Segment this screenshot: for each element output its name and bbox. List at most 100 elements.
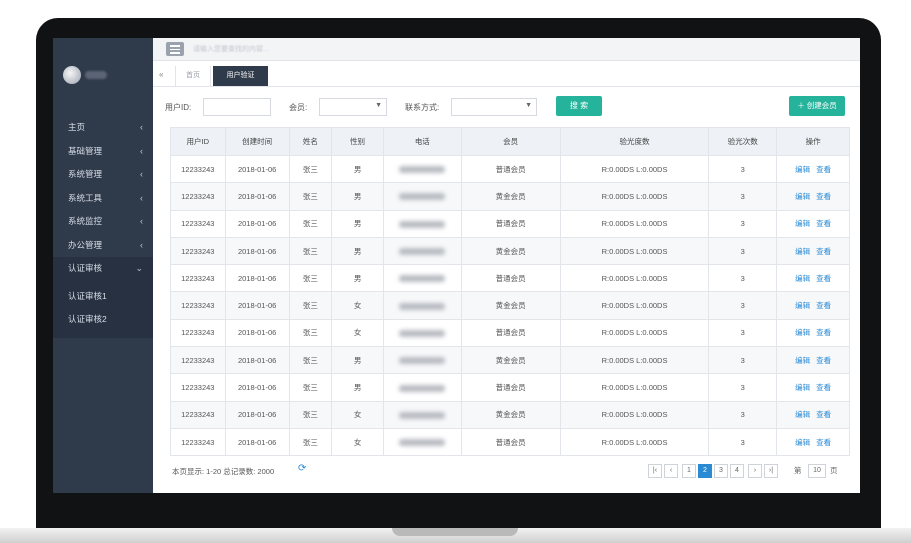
view-link[interactable]: 查看 (816, 410, 831, 419)
view-link[interactable]: 查看 (816, 247, 831, 256)
sidebar-item-system[interactable]: 系统管理 ‹ (53, 163, 153, 187)
menu-toggle-icon[interactable] (166, 42, 184, 56)
page-3[interactable]: 3 (714, 464, 728, 478)
col-name: 姓名 (288, 127, 333, 156)
cell-actions: 编辑 查看 (776, 154, 850, 184)
sidebar-item-monitor[interactable]: 系统监控 ‹ (53, 210, 153, 234)
view-link[interactable]: 查看 (816, 301, 831, 310)
search-input[interactable]: 请输入您要查找的内容... (193, 44, 303, 54)
view-link[interactable]: 查看 (816, 328, 831, 337)
cell-created: 2018-01-06 (224, 209, 290, 238)
phone-redacted (399, 439, 446, 447)
create-member-button[interactable]: ＋ 创建会员 (789, 96, 845, 116)
cell-count: 3 (708, 236, 778, 266)
sidebar-item-tools[interactable]: 系统工具 ‹ (53, 187, 153, 211)
contact-label: 联系方式: (405, 103, 440, 112)
cell-user-id: 12233243 (170, 346, 226, 375)
view-link[interactable]: 查看 (816, 274, 831, 283)
sidebar-item-audit[interactable]: 认证审核 ⌄ (53, 257, 153, 281)
edit-link[interactable]: 编辑 (795, 165, 810, 174)
member-label: 会员: (289, 103, 308, 112)
cell-actions: 编辑 查看 (776, 400, 850, 429)
cell-gender: 男 (331, 264, 385, 293)
sidebar-subitem-audit1[interactable]: 认证审核1 (53, 285, 153, 309)
phone-redacted (399, 302, 446, 310)
table-row: 12233243 2018-01-06 张三女 黄金会员 R:0.00DS L:0.00… (170, 291, 850, 320)
cell-degree: R:0.00DS L:0.00DS (559, 154, 710, 184)
create-member-label: 创建会员 (806, 101, 837, 110)
cell-gender: 女 (331, 400, 385, 429)
edit-link[interactable]: 编辑 (795, 219, 810, 228)
cell-user-id: 12233243 (170, 182, 226, 211)
cell-degree: R:0.00DS L:0.00DS (559, 236, 710, 266)
search-button[interactable]: 搜 索 (556, 96, 602, 116)
edit-link[interactable]: 编辑 (795, 274, 810, 283)
first-page-icon[interactable]: |‹ (648, 464, 662, 478)
tab-user-verify[interactable]: 用户验证 (213, 66, 268, 86)
view-link[interactable]: 查看 (816, 383, 831, 392)
cell-member: 黄金会员 (460, 236, 561, 266)
prev-page-icon[interactable]: ‹ (664, 464, 678, 478)
cell-count: 3 (708, 400, 778, 429)
cell-gender: 女 (331, 291, 385, 320)
user-id-input[interactable] (203, 98, 271, 116)
table-row: 12233243 2018-01-06 张三男 黄金会员 R:0.00DS L:0.00… (170, 236, 850, 266)
cell-name: 张三 (288, 209, 333, 238)
cell-degree: R:0.00DS L:0.00DS (559, 291, 710, 320)
page-2[interactable]: 2 (698, 464, 712, 478)
sidebar-subitem-audit2[interactable]: 认证审核2 (53, 308, 153, 332)
view-link[interactable]: 查看 (816, 219, 831, 228)
edit-link[interactable]: 编辑 (795, 410, 810, 419)
cell-created: 2018-01-06 (224, 400, 290, 429)
view-link[interactable]: 查看 (816, 438, 831, 447)
cell-user-id: 12233243 (170, 427, 226, 457)
table-row: 12233243 2018-01-06 张三男 黄金会员 R:0.00DS L:0.00… (170, 346, 850, 375)
cell-user-id: 12233243 (170, 291, 226, 320)
edit-link[interactable]: 编辑 (795, 192, 810, 201)
sidebar-item-label: 认证审核 (68, 263, 103, 273)
table-footer: 本页显示: 1-20 总记录数: 2000 ⟳ |‹ ‹ 1 2 3 4 › ›… (170, 462, 850, 482)
cell-count: 3 (708, 373, 778, 402)
edit-link[interactable]: 编辑 (795, 328, 810, 337)
edit-link[interactable]: 编辑 (795, 438, 810, 447)
cell-member: 普通会员 (460, 373, 561, 402)
cell-member: 黄金会员 (460, 346, 561, 375)
logo-text-blurred (85, 71, 107, 79)
edit-link[interactable]: 编辑 (795, 356, 810, 365)
refresh-icon[interactable]: ⟳ (298, 463, 306, 474)
sidebar-item-home[interactable]: 主页 ‹ (53, 116, 153, 140)
phone-redacted (399, 248, 446, 256)
view-link[interactable]: 查看 (816, 165, 831, 174)
tab-home[interactable]: 首页 (175, 66, 211, 86)
cell-name: 张三 (288, 400, 333, 429)
table-row: 12233243 2018-01-06 张三男 普通会员 R:0.00DS L:0.00… (170, 209, 850, 238)
table-row: 12233243 2018-01-06 张三女 普通会员 R:0.00DS L:0.00… (170, 427, 850, 457)
view-link[interactable]: 查看 (816, 356, 831, 365)
chevron-left-icon: ‹ (140, 239, 143, 250)
edit-link[interactable]: 编辑 (795, 301, 810, 310)
member-select[interactable]: ▼ (319, 98, 387, 116)
sidebar-item-basic[interactable]: 基础管理 ‹ (53, 140, 153, 164)
cell-actions: 编辑 查看 (776, 318, 850, 348)
cell-user-id: 12233243 (170, 318, 226, 348)
edit-link[interactable]: 编辑 (795, 247, 810, 256)
double-left-chevron-icon[interactable]: « (159, 70, 163, 79)
cell-user-id: 12233243 (170, 264, 226, 293)
table-row: 12233243 2018-01-06 张三女 普通会员 R:0.00DS L:0.00… (170, 318, 850, 348)
col-degree: 验光度数 (559, 127, 710, 156)
col-created: 创建时间 (224, 127, 290, 156)
phone-redacted (399, 384, 446, 392)
chevron-left-icon: ‹ (140, 216, 143, 226)
page-4[interactable]: 4 (730, 464, 744, 478)
last-page-icon[interactable]: ›| (764, 464, 778, 478)
chevron-left-icon: ‹ (140, 169, 143, 179)
cell-name: 张三 (288, 236, 333, 266)
sidebar-item-office[interactable]: 办公管理 ‹ (53, 234, 153, 258)
goto-page-input[interactable]: 10 (808, 464, 826, 478)
edit-link[interactable]: 编辑 (795, 383, 810, 392)
page-1[interactable]: 1 (682, 464, 696, 478)
view-link[interactable]: 查看 (816, 192, 831, 201)
logo-avatar (63, 66, 81, 84)
next-page-icon[interactable]: › (748, 464, 762, 478)
contact-select[interactable]: ▼ (451, 98, 537, 116)
